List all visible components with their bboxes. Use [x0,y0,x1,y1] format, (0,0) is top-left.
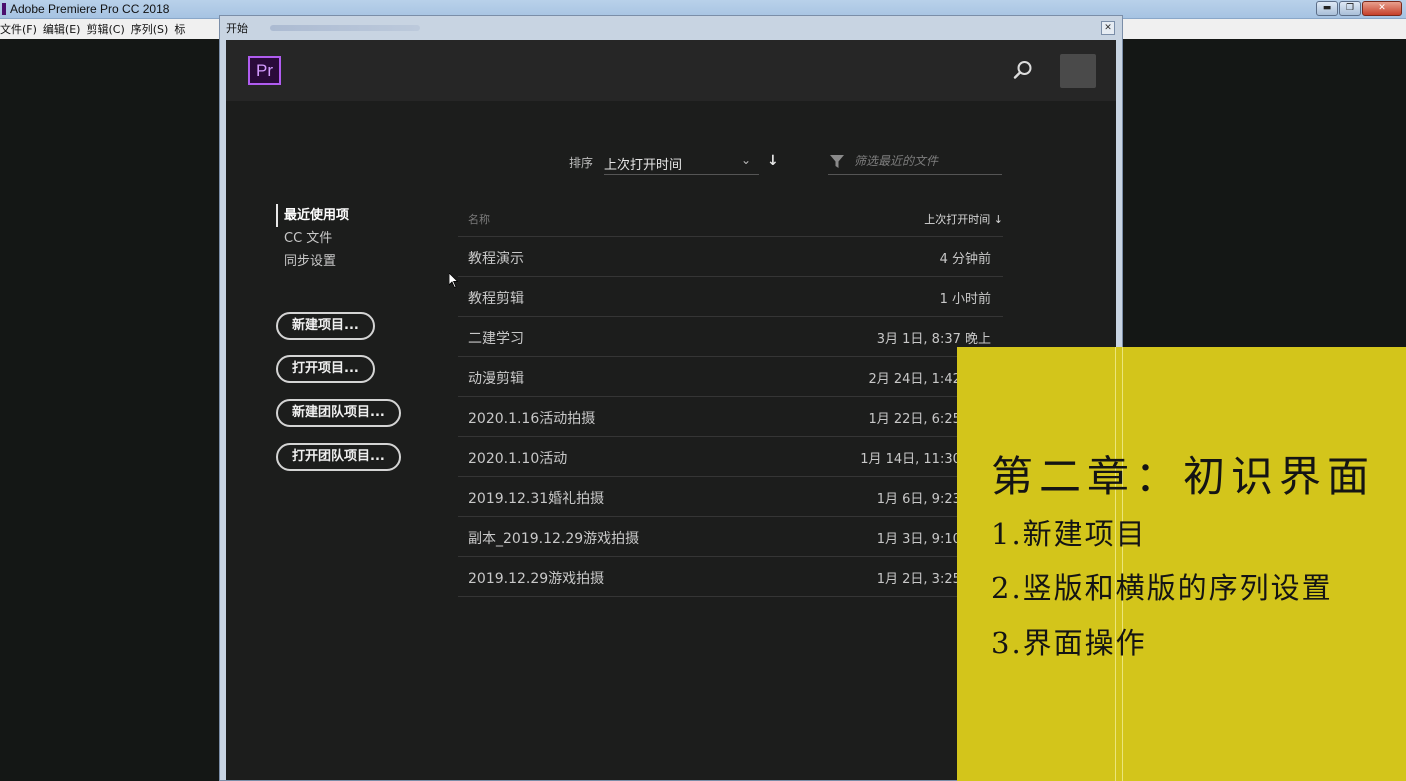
user-avatar[interactable] [1060,54,1096,88]
minimize-button[interactable]: ▬ [1316,1,1338,16]
search-icon[interactable] [1012,59,1034,81]
sidebar-item-recent[interactable]: 最近使用项 [276,204,349,227]
sidebar-item-sync-settings[interactable]: 同步设置 [276,250,349,273]
table-row[interactable]: 2020.1.16活动拍摄 1月 22日, 6:25 晚上 [458,397,1003,437]
table-row[interactable]: 2020.1.10活动 1月 14日, 11:30 中午 [458,437,1003,477]
premiere-logo: Pr [248,56,281,85]
file-name: 副本_2019.12.29游戏拍摄 [468,531,640,547]
sort-direction-button[interactable]: ↓ [767,153,779,169]
chapter-overlay: 第二章：初识界面 1.新建项目 2.竖版和横版的序列设置 3.界面操作 [957,347,1406,781]
chapter-title: 第二章：初识界面 [991,452,1376,501]
table-row[interactable]: 二建学习 3月 1日, 8:37 晚上 [458,317,1003,357]
start-header: Pr [226,40,1116,101]
file-name: 教程剪辑 [468,291,524,307]
file-name: 2020.1.10活动 [468,451,568,467]
table-row[interactable]: 2019.12.29游戏拍摄 1月 2日, 3:25 下午 [458,557,1003,597]
file-name: 教程演示 [468,251,524,267]
file-date: 3月 1日, 8:37 晚上 [876,332,991,347]
file-name: 2020.1.16活动拍摄 [468,411,596,427]
recent-files-table: 名称 上次打开时间 ↓ 教程演示 4 分钟前 教程剪辑 1 小时前 二建学习 3月 1… [458,197,1003,597]
file-name: 2019.12.29游戏拍摄 [468,571,605,587]
window-edge-line [1115,347,1123,781]
open-team-project-button[interactable]: 打开团队项目... [276,443,401,471]
maximize-button[interactable]: ❐ [1339,1,1361,16]
start-window-close-button[interactable]: ✕ [1101,21,1115,35]
new-team-project-button[interactable]: 新建团队项目... [276,399,401,427]
window-controls: ▬ ❐ ✕ [1316,1,1402,16]
file-date: 1 小时前 [939,292,991,307]
menu-marker[interactable]: 标 [174,21,191,37]
sort-value: 上次打开时间 [604,158,683,173]
open-project-button[interactable]: 打开项目... [276,355,375,383]
filter-field[interactable] [828,147,1002,175]
filter-input[interactable] [854,152,994,170]
chevron-down-icon: ⌄ [740,153,751,167]
premiere-app-icon [2,3,6,15]
menu-sequence[interactable]: 序列(S) [131,21,175,37]
app-title: Adobe Premiere Pro CC 2018 [10,2,170,16]
file-name: 二建学习 [468,331,524,347]
table-row[interactable]: 教程演示 4 分钟前 [458,237,1003,277]
mouse-cursor-icon [449,273,459,289]
close-button[interactable]: ✕ [1362,1,1402,16]
chapter-item: 3.界面操作 [991,626,1147,660]
column-name-header[interactable]: 名称 [468,211,490,227]
file-date: 4 分钟前 [939,252,991,267]
table-row[interactable]: 教程剪辑 1 小时前 [458,277,1003,317]
sidebar-nav: 最近使用项 CC 文件 同步设置 [276,204,349,273]
file-name: 动漫剪辑 [468,371,524,387]
table-row[interactable]: 2019.12.31婚礼拍摄 1月 6日, 9:23 上午 [458,477,1003,517]
sort-label: 排序 [569,156,594,170]
start-window-title: 开始 [226,22,248,35]
table-header: 名称 上次打开时间 ↓ [458,197,1003,237]
sidebar-item-cc-files[interactable]: CC 文件 [276,227,349,250]
filter-icon [830,155,844,168]
table-row[interactable]: 动漫剪辑 2月 24日, 1:42 下午 [458,357,1003,397]
new-project-button[interactable]: 新建项目... [276,312,375,340]
sort-dropdown[interactable]: 上次打开时间 ⌄ [604,147,759,175]
title-blur [270,25,420,31]
menu-edit[interactable]: 编辑(E) [43,21,87,37]
column-date-header[interactable]: 上次打开时间 ↓ [924,211,1003,227]
menu-clip[interactable]: 剪辑(C) [86,21,130,37]
table-row[interactable]: 副本_2019.12.29游戏拍摄 1月 3日, 9:10 上午 [458,517,1003,557]
file-name: 2019.12.31婚礼拍摄 [468,491,605,507]
menu-file[interactable]: 文件(F) [0,21,43,37]
chapter-item: 2.竖版和横版的序列设置 [991,571,1333,605]
chapter-item: 1.新建项目 [991,517,1147,551]
